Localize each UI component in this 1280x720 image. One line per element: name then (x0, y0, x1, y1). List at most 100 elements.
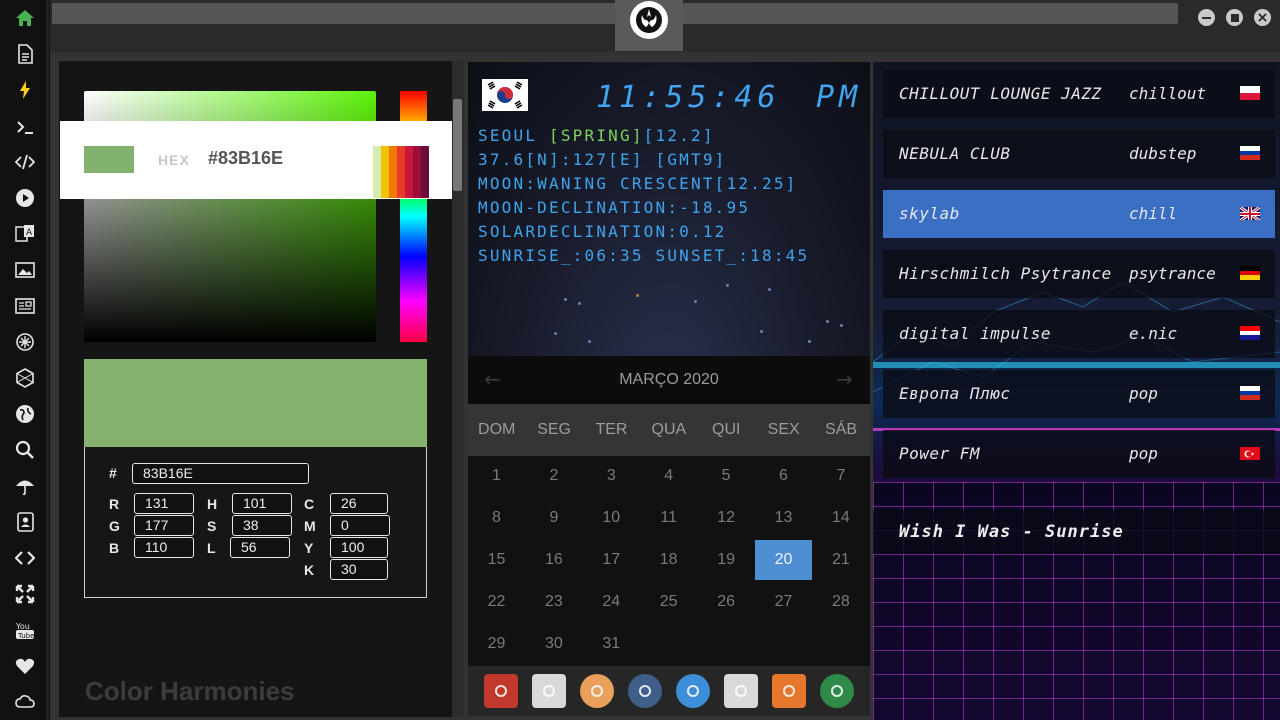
calendar-day[interactable]: 29 (468, 624, 525, 664)
search-icon[interactable] (580, 674, 614, 708)
station-row[interactable]: Power FM pop (883, 430, 1275, 478)
calendar-day[interactable]: 3 (583, 456, 640, 496)
youtube-icon[interactable]: You Tube (11, 616, 39, 644)
cloud-icon[interactable] (11, 688, 39, 716)
calendar-day[interactable]: 31 (583, 624, 640, 664)
globe-icon[interactable] (676, 674, 710, 708)
calendar-day[interactable]: 26 (698, 582, 755, 622)
calendar-day[interactable]: 18 (640, 540, 697, 580)
calendar-day[interactable]: 5 (698, 456, 755, 496)
search-icon[interactable] (11, 436, 39, 464)
clock-coords: 37.6[N]:127[E] [GMT9] (478, 150, 727, 169)
calendar-day[interactable]: 25 (640, 582, 697, 622)
clock-icon[interactable] (628, 674, 662, 708)
calendar-day[interactable]: 4 (640, 456, 697, 496)
home-icon[interactable] (11, 4, 39, 32)
k-input[interactable]: 30 (330, 559, 388, 580)
contacts-icon[interactable] (11, 508, 39, 536)
close-button[interactable] (1254, 9, 1271, 26)
newspaper-icon[interactable] (11, 292, 39, 320)
translate-icon[interactable]: A (11, 220, 39, 248)
color-picker-scrollbar[interactable] (452, 61, 464, 717)
calendar-day[interactable]: 12 (698, 498, 755, 538)
shade-swatch[interactable] (373, 146, 381, 198)
code-tag-icon[interactable] (11, 544, 39, 572)
station-row[interactable]: Hirschmilch Psytrance psytrance (883, 250, 1275, 298)
shade-swatch[interactable] (389, 146, 397, 198)
sun-icon[interactable] (11, 328, 39, 356)
calendar-day[interactable]: 2 (525, 456, 582, 496)
minimize-button[interactable] (1198, 9, 1215, 26)
shade-swatch[interactable] (421, 146, 429, 198)
calendar-header: ← MARÇO 2020 → (468, 356, 870, 404)
m-input[interactable]: 0 (330, 515, 390, 536)
calendar-day[interactable]: 24 (583, 582, 640, 622)
calendar-day[interactable]: 14 (812, 498, 869, 538)
weekday-label: QUI (712, 421, 741, 438)
shade-swatch[interactable] (381, 146, 389, 198)
hexagon-icon[interactable] (11, 364, 39, 392)
station-row[interactable]: NEBULA CLUB dubstep (883, 130, 1275, 178)
hex-input[interactable]: 83B16E (132, 463, 309, 484)
calendar-day[interactable]: 9 (525, 498, 582, 538)
calendar-day[interactable]: 23 (525, 582, 582, 622)
calendar-day[interactable]: 19 (698, 540, 755, 580)
shade-swatch[interactable] (405, 146, 413, 198)
calendar-day[interactable]: 30 (525, 624, 582, 664)
calendar-day[interactable]: 27 (755, 582, 812, 622)
calendar-day[interactable]: 11 (640, 498, 697, 538)
y-input[interactable]: 100 (330, 537, 388, 558)
sidebar-scrollbar[interactable] (46, 0, 49, 720)
globe-icon[interactable] (11, 400, 39, 428)
r-input[interactable]: 131 (134, 493, 194, 514)
terminal-icon[interactable] (11, 113, 39, 141)
l-input[interactable]: 56 (230, 537, 290, 558)
shade-palette[interactable] (373, 146, 429, 198)
calendar-day[interactable]: 13 (755, 498, 812, 538)
shade-swatch[interactable] (413, 146, 421, 198)
calendar-day-today[interactable]: 20 (755, 540, 812, 580)
arrow-icon[interactable] (772, 674, 806, 708)
news-icon[interactable] (532, 674, 566, 708)
station-row[interactable]: skylab chill (883, 190, 1275, 238)
document-icon[interactable] (11, 40, 39, 68)
heart-icon[interactable] (11, 652, 39, 680)
calendar-day[interactable]: 16 (525, 540, 582, 580)
station-row[interactable]: CHILLOUT LOUNGE JAZZ chillout (883, 70, 1275, 118)
calendar-day[interactable]: 7 (812, 456, 869, 496)
image-icon[interactable] (11, 256, 39, 284)
play-icon[interactable] (11, 184, 39, 212)
h-input[interactable]: 101 (232, 493, 292, 514)
station-genre: chill (1129, 204, 1178, 223)
expand-icon[interactable] (11, 580, 39, 608)
next-month-arrow-icon[interactable]: → (836, 367, 853, 391)
logo-tab[interactable] (615, 0, 683, 51)
yandex-icon[interactable] (820, 674, 854, 708)
station-row[interactable]: digital impulse e.nic (883, 310, 1275, 358)
hex-value[interactable]: #83B16E (208, 148, 283, 169)
g-input[interactable]: 177 (134, 515, 194, 536)
calendar-day[interactable]: 6 (755, 456, 812, 496)
app-launcher-icon[interactable] (484, 674, 518, 708)
calendar-day[interactable]: 10 (583, 498, 640, 538)
calendar-day[interactable]: 1 (468, 456, 525, 496)
b-input[interactable]: 110 (134, 537, 194, 558)
c-input[interactable]: 26 (330, 493, 388, 514)
s-input[interactable]: 38 (232, 515, 292, 536)
maximize-button[interactable] (1226, 9, 1243, 26)
scrollbar-thumb[interactable] (453, 99, 462, 191)
calendar-day[interactable]: 15 (468, 540, 525, 580)
calendar-day[interactable]: 21 (812, 540, 869, 580)
umbrella-icon[interactable] (11, 472, 39, 500)
lightning-icon[interactable] (11, 76, 39, 104)
selected-color-swatch (84, 146, 134, 173)
now-playing-bar[interactable]: Wish I Was - Sunrise (873, 510, 1280, 554)
code-icon[interactable] (11, 148, 39, 176)
calendar-icon[interactable] (724, 674, 758, 708)
calendar-day[interactable]: 22 (468, 582, 525, 622)
calendar-day[interactable]: 17 (583, 540, 640, 580)
calendar-day[interactable]: 8 (468, 498, 525, 538)
shade-swatch[interactable] (397, 146, 405, 198)
calendar-day[interactable]: 28 (812, 582, 869, 622)
station-row[interactable]: Европа Плюс pop (883, 370, 1275, 418)
